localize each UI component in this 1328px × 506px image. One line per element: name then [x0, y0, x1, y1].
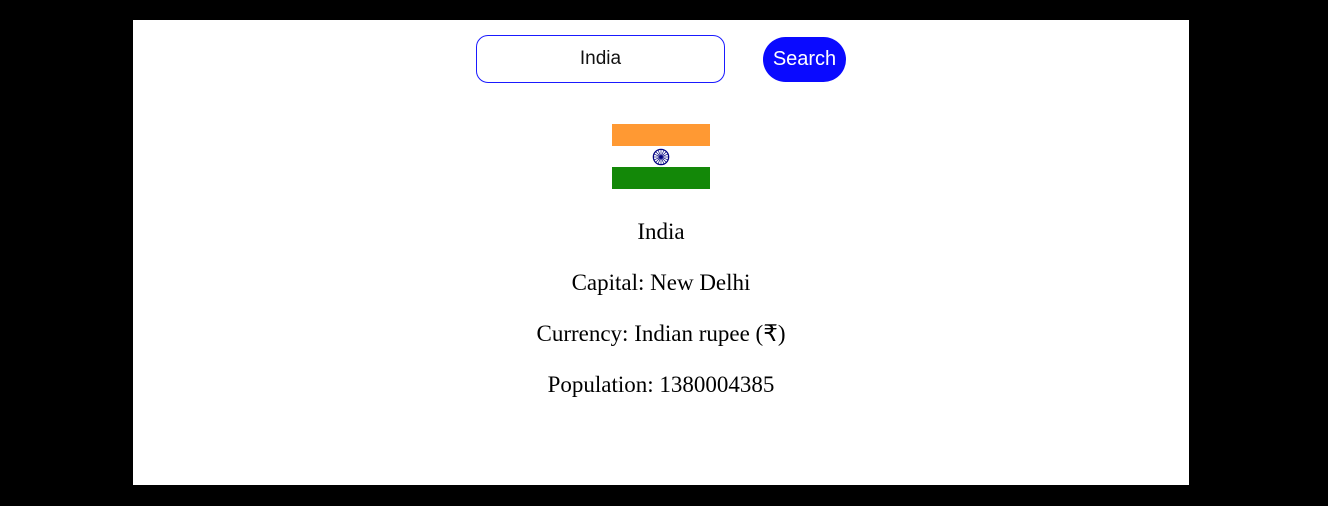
flag-green-band [612, 167, 710, 189]
flag-saffron-band [612, 124, 710, 146]
population-value: 1380004385 [659, 372, 775, 397]
country-card: Search India Capital: [133, 20, 1189, 485]
country-name: India [637, 219, 685, 244]
currency-line: Currency: Indian rupee (₹) [133, 321, 1189, 347]
currency-value: Indian rupee (₹) [634, 321, 786, 346]
capital-label: Capital: [571, 270, 651, 295]
population-line: Population: 1380004385 [133, 372, 1189, 398]
capital-value: New Delhi [650, 270, 751, 295]
search-bar: Search [133, 35, 1189, 85]
india-flag-icon [612, 124, 710, 189]
population-label: Population: [547, 372, 660, 397]
flag-white-band [612, 145, 710, 168]
currency-label: Currency: [536, 321, 635, 346]
capital-line: Capital: New Delhi [133, 270, 1189, 296]
ashoka-chakra-icon [652, 148, 670, 165]
search-button[interactable]: Search [763, 37, 846, 82]
search-input[interactable] [476, 35, 725, 83]
